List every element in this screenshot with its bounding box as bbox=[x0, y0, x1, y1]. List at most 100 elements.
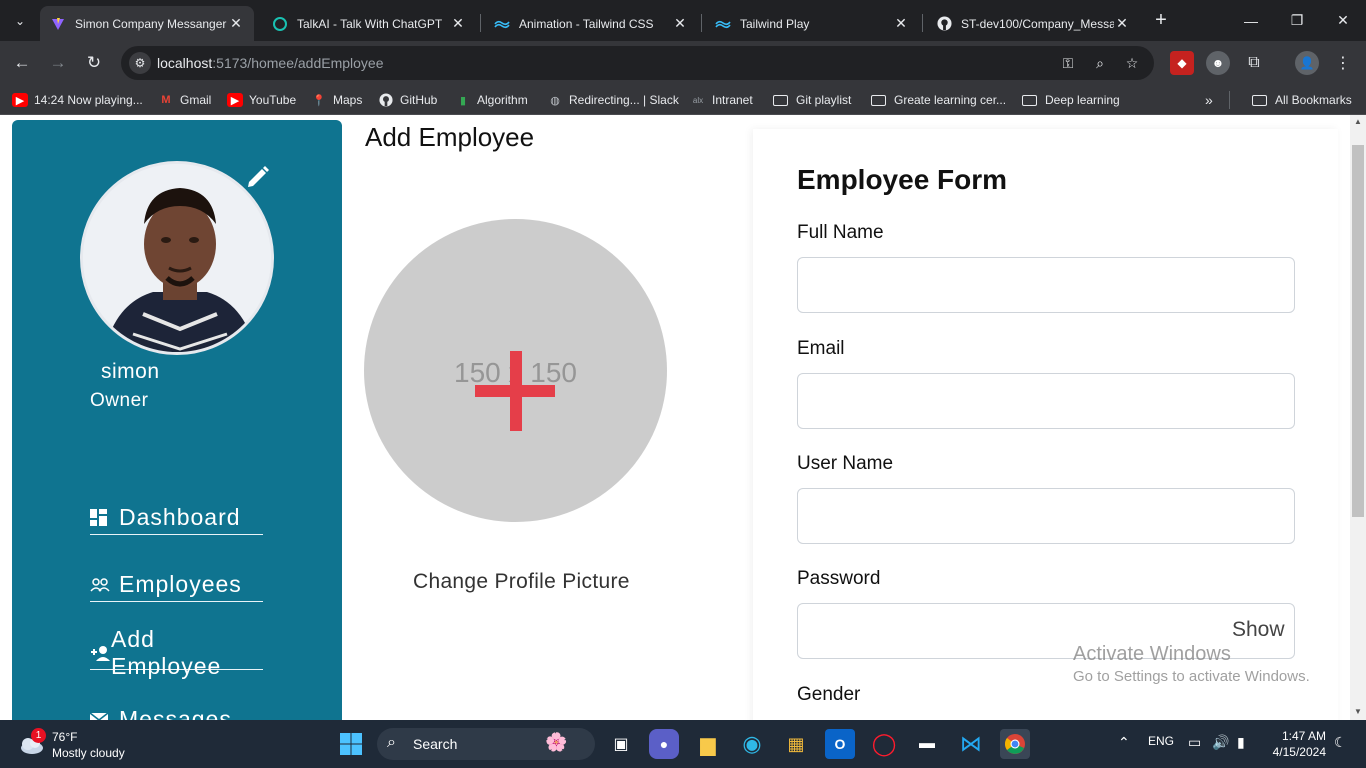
scroll-down-icon[interactable]: ▼ bbox=[1350, 705, 1366, 719]
tab-separator bbox=[922, 14, 923, 32]
menu-kebab-icon[interactable]: ⋮ bbox=[1331, 51, 1355, 75]
tab-close-icon[interactable]: ✕ bbox=[450, 15, 466, 32]
bookmark-git-playlist[interactable]: Git playlist bbox=[773, 91, 851, 109]
profile-photo-icon bbox=[83, 164, 271, 352]
terminal-icon[interactable]: ▬ bbox=[912, 729, 942, 759]
notifications-icon[interactable]: ☾ bbox=[1334, 734, 1347, 751]
close-window-icon[interactable]: ✕ bbox=[1320, 0, 1366, 41]
bookmark-all-bookmarks[interactable]: All Bookmarks bbox=[1252, 91, 1352, 109]
people-icon bbox=[90, 575, 114, 595]
bookmark-intranet[interactable]: alx Intranet bbox=[690, 91, 753, 109]
taskbar-search[interactable]: ⌕ Search 🌸 bbox=[377, 728, 595, 760]
nav-messages[interactable]: Messages bbox=[90, 703, 263, 720]
password-key-icon[interactable]: ⚿ bbox=[1058, 53, 1078, 73]
email-input[interactable] bbox=[797, 373, 1295, 429]
outlook-icon[interactable]: O bbox=[825, 729, 855, 759]
bookmark-youtube[interactable]: ▶ YouTube bbox=[227, 91, 296, 109]
bookmark-greate-learning[interactable]: Greate learning cer... bbox=[871, 91, 1006, 109]
tab-close-icon[interactable]: ✕ bbox=[672, 15, 688, 32]
tab-separator bbox=[480, 14, 481, 32]
task-view-icon[interactable]: ▣ bbox=[606, 729, 636, 759]
bookmarks-bar: ▶ 14:24 Now playing... M Gmail ▶ YouTube 📍 M… bbox=[0, 85, 1366, 115]
tab-close-icon[interactable]: ✕ bbox=[893, 15, 909, 32]
tab-simon-company[interactable]: Simon Company Messanger ✕ bbox=[40, 6, 254, 41]
monitor-icon[interactable]: ▭ bbox=[1188, 734, 1201, 751]
new-tab-icon[interactable]: + bbox=[1149, 8, 1173, 32]
add-person-icon bbox=[90, 643, 110, 663]
nav-label: Add Employee bbox=[111, 625, 222, 679]
tab-talkai[interactable]: TalkAI - Talk With ChatGPT ✕ bbox=[262, 6, 476, 41]
nav-label: Messages bbox=[119, 706, 232, 720]
globe-icon: ◍ bbox=[550, 94, 560, 107]
profile-avatar-icon[interactable]: 👤 bbox=[1295, 51, 1319, 75]
search-icon: ⌕ bbox=[387, 734, 396, 751]
show-password-button[interactable]: Show bbox=[1232, 618, 1285, 642]
minimize-icon[interactable]: — bbox=[1228, 0, 1274, 41]
user-name-label: User Name bbox=[797, 453, 894, 474]
more-bookmarks-icon[interactable]: » bbox=[1205, 91, 1213, 109]
back-icon[interactable]: ← bbox=[8, 49, 36, 77]
teams-chat-icon[interactable]: ● bbox=[649, 729, 679, 759]
extension-face-icon[interactable]: ☻ bbox=[1206, 51, 1230, 75]
file-explorer-icon[interactable]: ▆ bbox=[693, 729, 723, 759]
youtube-icon: ▶ bbox=[12, 93, 28, 107]
tab-animation-tailwind[interactable]: Animation - Tailwind CSS ✕ bbox=[484, 6, 698, 41]
bookmark-algorithm[interactable]: ▮ Algorithm bbox=[455, 91, 528, 109]
nav-dashboard[interactable]: Dashboard bbox=[90, 501, 263, 535]
extensions-puzzle-icon[interactable]: ⧉ bbox=[1242, 51, 1266, 75]
vscode-icon[interactable]: ⋈ bbox=[956, 729, 986, 759]
scrollbar-thumb[interactable] bbox=[1352, 145, 1364, 517]
chrome-icon[interactable] bbox=[1000, 729, 1030, 759]
battery-icon[interactable]: ▮ bbox=[1237, 734, 1245, 751]
email-label: Email bbox=[797, 338, 845, 359]
nav-add-employee[interactable]: Add Employee bbox=[90, 626, 263, 679]
profile-picture-upload[interactable]: 150 x 150 bbox=[364, 219, 667, 522]
nav-employees[interactable]: Employees bbox=[90, 568, 263, 602]
bookmark-slack[interactable]: ◍ Redirecting... | Slack bbox=[547, 91, 679, 109]
tab-separator bbox=[701, 14, 702, 32]
tab-tailwind-play[interactable]: Tailwind Play ✕ bbox=[705, 6, 919, 41]
scroll-up-icon[interactable]: ▲ bbox=[1350, 115, 1366, 129]
restore-icon[interactable]: ❐ bbox=[1274, 0, 1320, 41]
bookmark-separator bbox=[1229, 91, 1230, 109]
bookmark-maps[interactable]: 📍 Maps bbox=[311, 91, 362, 109]
url-text[interactable]: localhost:5173/homee/addEmployee bbox=[157, 55, 384, 71]
user-name-input[interactable] bbox=[797, 488, 1295, 544]
zoom-icon[interactable]: ⌕ bbox=[1090, 53, 1110, 73]
site-info-icon[interactable]: ⚙ bbox=[129, 52, 151, 74]
bookmark-github[interactable]: GitHub bbox=[378, 91, 437, 109]
language-indicator[interactable]: ENG bbox=[1148, 734, 1174, 748]
tray-overflow-icon[interactable]: ⌃ bbox=[1118, 734, 1130, 751]
forward-icon[interactable]: → bbox=[44, 49, 72, 77]
change-profile-picture[interactable]: Change Profile Picture bbox=[413, 570, 630, 594]
taskbar-clock[interactable]: 1:47 AM 4/15/2024 bbox=[1262, 728, 1326, 760]
windows-start-icon[interactable] bbox=[336, 729, 366, 759]
folder-icon bbox=[1022, 94, 1037, 106]
tab-close-icon[interactable]: ✕ bbox=[1114, 15, 1130, 32]
full-name-input[interactable] bbox=[797, 257, 1295, 313]
address-bar[interactable]: ⚙ localhost:5173/homee/addEmployee ⚿ ⌕ ☆ bbox=[121, 46, 1154, 80]
tab-github[interactable]: ST-dev100/Company_Messa ✕ bbox=[926, 6, 1140, 41]
reload-icon[interactable]: ↻ bbox=[80, 49, 108, 77]
bookmark-now-playing[interactable]: ▶ 14:24 Now playing... bbox=[12, 91, 143, 109]
bookmark-star-icon[interactable]: ☆ bbox=[1122, 53, 1142, 73]
maps-pin-icon: 📍 bbox=[312, 94, 326, 107]
tab-close-icon[interactable]: ✕ bbox=[228, 15, 244, 32]
speaker-icon[interactable]: 🔊 bbox=[1212, 734, 1229, 751]
page-scrollbar[interactable]: ▲ ▼ bbox=[1350, 115, 1366, 720]
edge-icon[interactable]: ◉ bbox=[737, 729, 767, 759]
tab-title: Simon Company Messanger bbox=[75, 16, 227, 31]
extension-red-icon[interactable]: ◆ bbox=[1170, 51, 1194, 75]
gmail-icon: M bbox=[161, 94, 171, 106]
nav-label: Employees bbox=[119, 571, 242, 597]
tab-title: Animation - Tailwind CSS bbox=[519, 16, 654, 31]
activate-windows-subtitle: Go to Settings to activate Windows. bbox=[1073, 668, 1310, 685]
store-icon[interactable]: ▦ bbox=[781, 729, 811, 759]
bookmark-deep-learning[interactable]: Deep learning bbox=[1022, 91, 1120, 109]
tab-search-icon[interactable]: ⌄ bbox=[6, 7, 34, 35]
edit-pencil-icon[interactable] bbox=[244, 162, 272, 190]
windows-taskbar: 1 76°F Mostly cloudy ⌕ Search 🌸 ▣ ● ▆ ◉ … bbox=[0, 720, 1366, 768]
user-role: Owner bbox=[90, 390, 149, 411]
bookmark-gmail[interactable]: M Gmail bbox=[158, 91, 211, 109]
opera-icon[interactable]: ◯ bbox=[869, 729, 899, 759]
